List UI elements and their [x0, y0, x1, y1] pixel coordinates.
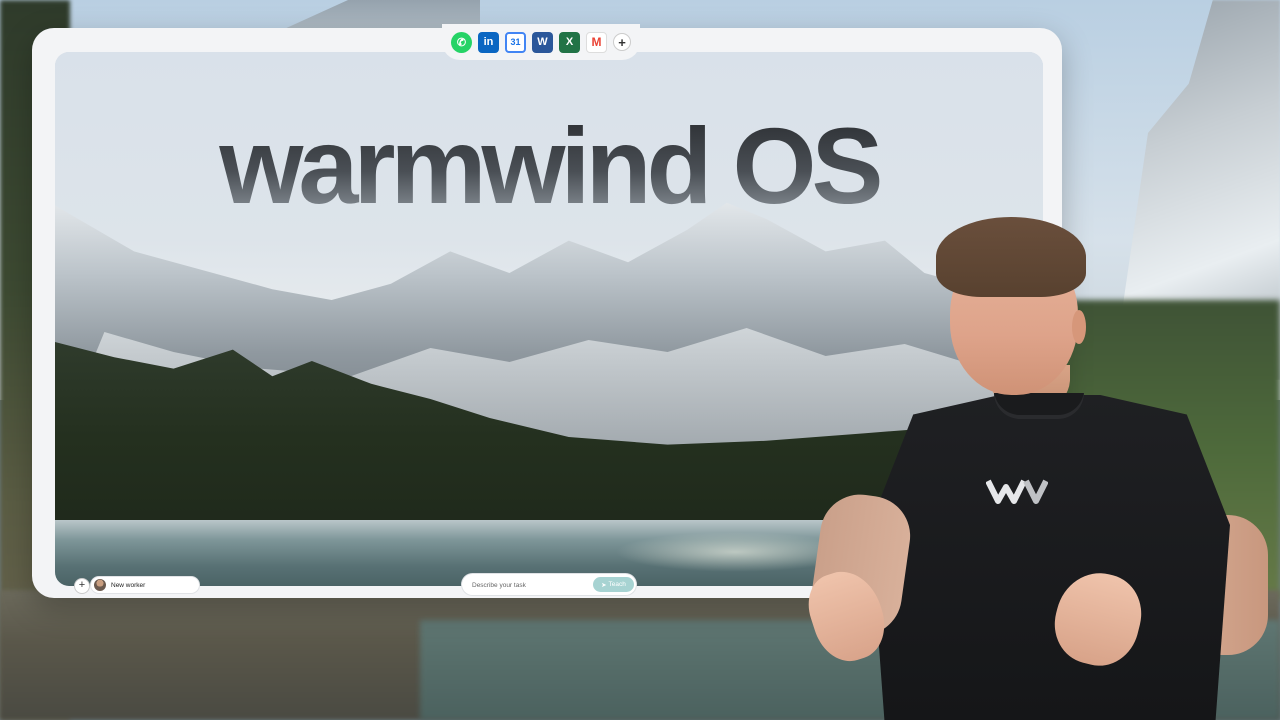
worker-tab-label: New worker: [111, 581, 146, 589]
teach-button[interactable]: ➤ Teach: [593, 577, 634, 592]
presenter: [799, 215, 1270, 720]
presenter-ear: [1072, 310, 1086, 344]
worker-avatar: [94, 579, 106, 591]
pointer-icon: ➤: [601, 581, 607, 589]
task-input-bar: ➤ Teach: [462, 574, 636, 595]
task-input[interactable]: [470, 578, 594, 593]
teach-button-label: Teach: [608, 581, 626, 588]
whatsapp-icon[interactable]: ✆: [451, 31, 472, 53]
app-dock: ✆ in 31 W X M +: [442, 24, 640, 60]
presenter-hair: [936, 217, 1086, 297]
word-icon[interactable]: W: [532, 31, 553, 53]
excel-icon[interactable]: X: [559, 31, 580, 53]
os-title: warmwind OS: [55, 112, 1043, 220]
add-app-button[interactable]: +: [613, 33, 631, 51]
shirt-logo-icon: [986, 479, 1048, 504]
worker-tab[interactable]: New worker: [91, 577, 199, 593]
presenter-collar: [994, 393, 1084, 419]
gmail-icon[interactable]: M: [586, 31, 607, 53]
linkedin-icon[interactable]: in: [478, 31, 499, 53]
add-worker-button[interactable]: +: [74, 578, 90, 594]
calendar-icon[interactable]: 31: [505, 31, 526, 53]
presenter-torso: [870, 395, 1230, 720]
